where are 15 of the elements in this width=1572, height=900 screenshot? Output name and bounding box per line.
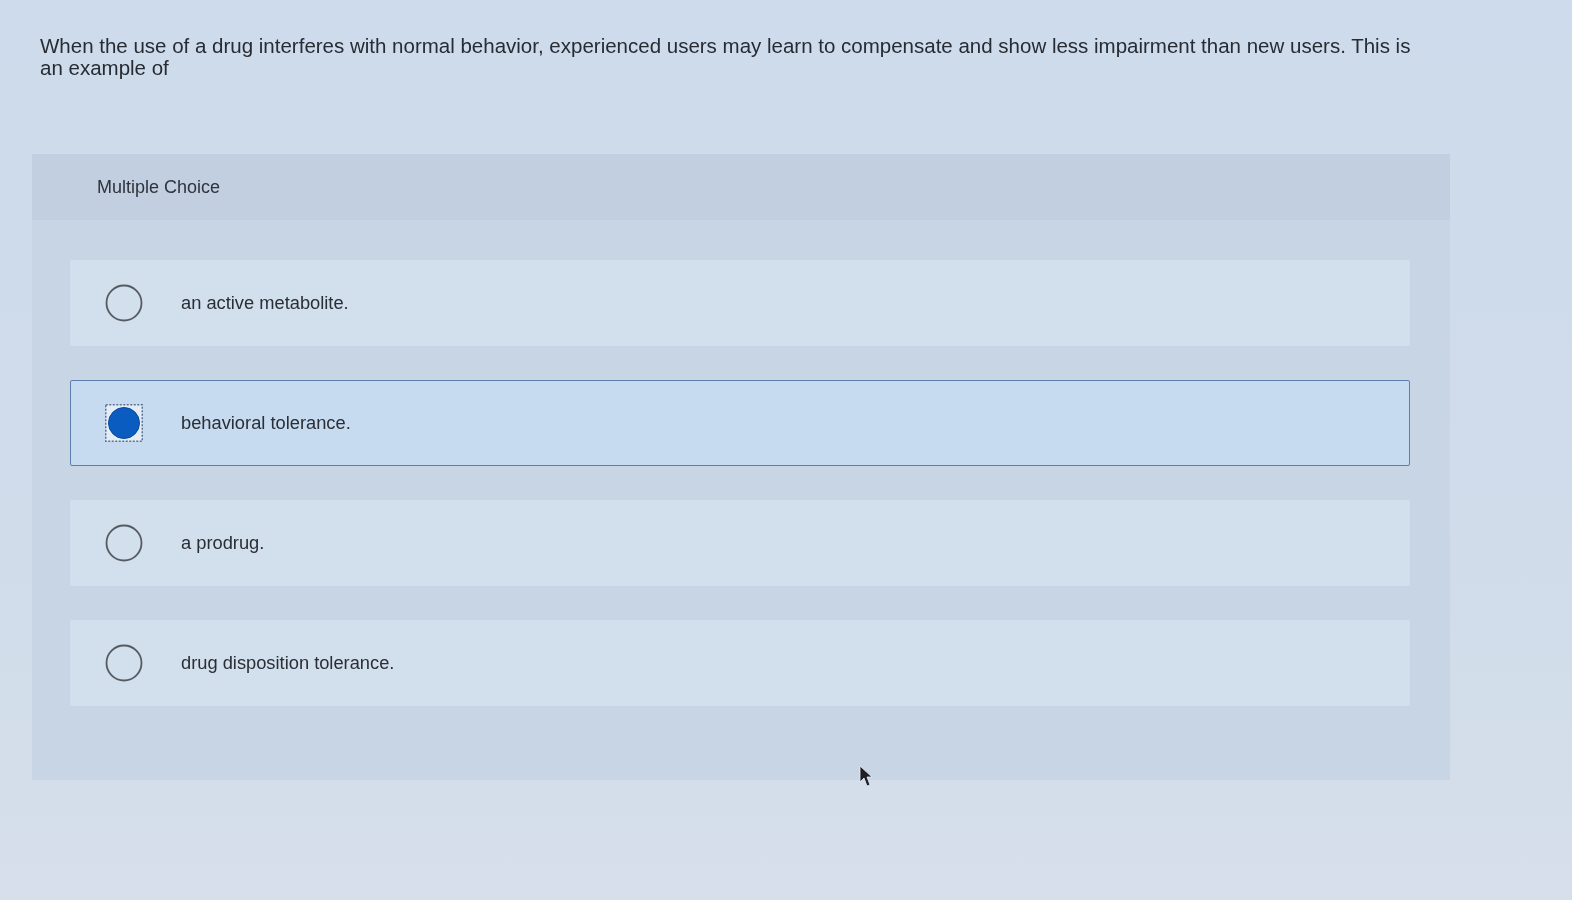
radio-selected-icon[interactable] bbox=[105, 404, 143, 442]
question-type-label: Multiple Choice bbox=[97, 176, 221, 198]
radio-button-icon[interactable] bbox=[105, 524, 143, 562]
option-label: a prodrug. bbox=[181, 532, 265, 554]
option-label: behavioral tolerance. bbox=[181, 412, 351, 434]
answer-option[interactable]: behavioral tolerance. bbox=[70, 380, 1410, 466]
radio-button-icon[interactable] bbox=[105, 644, 143, 682]
answer-option[interactable]: a prodrug. bbox=[70, 500, 1410, 586]
option-label: an active metabolite. bbox=[181, 292, 349, 314]
answer-option[interactable]: drug disposition tolerance. bbox=[70, 620, 1410, 706]
mouse-pointer-icon bbox=[859, 765, 873, 787]
question-text: When the use of a drug interferes with normal behavior, experienced users may learn to compensate and show less impairment than new users. This is an example of bbox=[40, 35, 1412, 79]
answer-option[interactable]: an active metabolite. bbox=[70, 260, 1410, 346]
radio-button-icon[interactable] bbox=[105, 284, 143, 322]
option-label: drug disposition tolerance. bbox=[181, 652, 395, 674]
